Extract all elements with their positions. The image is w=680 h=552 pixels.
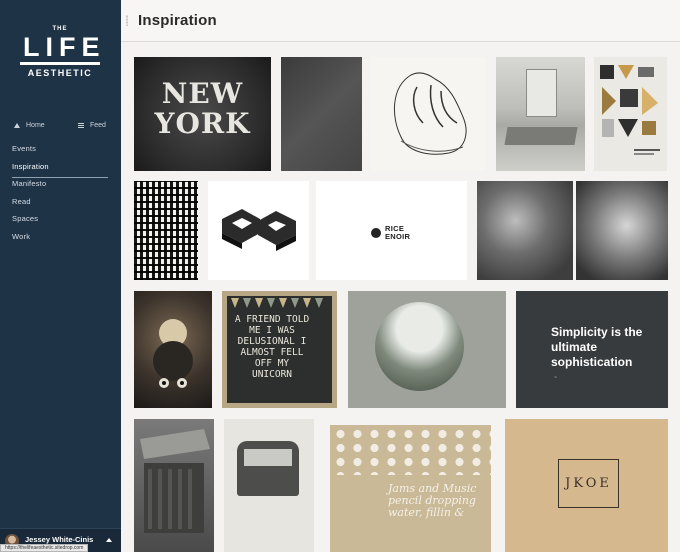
gallery-tile-3d-logo[interactable] [208,181,309,280]
simplicity-quote-text: Simplicity is the ultimate sophisticatio… [551,325,643,369]
gallery-tile-sketch-figure[interactable] [371,57,486,171]
van-window [244,449,292,466]
sidebar-item-work[interactable]: Work [12,231,108,249]
gallery-tile-empty-room[interactable] [496,57,585,171]
gallery-tile-tribal-lettering[interactable] [134,181,198,280]
logo-aesthetic: AESTHETIC [27,68,93,78]
home-label: Home [26,122,45,129]
sidebar-item-events[interactable]: Events [12,143,108,161]
gallery-tile-geometric-poster[interactable] [594,57,667,171]
logo-life: LIFE [23,32,106,62]
owl-illustration [153,319,193,388]
sidebar: THE LIFE AESTHETIC Home Feed Events Insp… [0,0,121,552]
gallery-tile-simplicity-quote[interactable]: Simplicity is the ultimate sophisticatio… [516,291,668,408]
inspiration-grid: NEW YORK RICE ENOIR A FRIEND TOLD ME I W… [121,43,680,552]
chevron-up-icon[interactable] [106,538,112,542]
sidebar-item-inspiration[interactable]: Inspiration [12,161,108,178]
quick-nav: Home Feed [14,122,114,134]
feed-label: Feed [90,122,106,129]
feed-link[interactable]: Feed [78,122,106,129]
gallery-tile-wooden-crate[interactable] [134,419,214,552]
room-doorway [526,69,557,117]
gallery-tile-jams-and-music[interactable]: Jams and Music pencil dropping water, fi… [330,425,491,552]
gallery-tile-forest-circle[interactable] [348,291,506,408]
gallery-tile-flower-head-2[interactable] [576,181,668,280]
crate-photo [140,429,210,533]
tribal-pattern [134,181,198,280]
site-logo[interactable]: THE LIFE AESTHETIC [18,26,102,78]
kraft-label-text: JKOE [565,476,612,491]
kraft-label-box: JKOE [558,459,619,508]
home-icon [14,123,20,128]
new-york-line-2: YORK [154,107,251,140]
status-url: https://thelifeaesthetic.sitedrop.com [0,544,89,552]
jams-music-text: Jams and Music pencil dropping water, fi… [388,482,477,519]
forest-circle-image [375,302,464,391]
gallery-tile-rice-enoir[interactable]: RICE ENOIR [316,181,467,280]
sidebar-item-spaces[interactable]: Spaces [12,213,108,231]
chalkboard-quote-text: A FRIEND TOLD ME I WAS DELUSIONAL I ALMO… [234,314,310,380]
simplicity-signature: ~ [554,375,557,381]
logo-rule [20,62,100,65]
new-york-line-1: NEW [161,77,244,110]
rice-line-2: ENOIR [385,232,411,241]
gallery-tile-owl-portrait[interactable] [134,291,212,408]
gallery-tile-kraft-label[interactable]: JKOE [505,419,668,552]
home-link[interactable]: Home [14,122,45,129]
rice-enoir-logo: RICE ENOIR [371,225,410,241]
feed-icon [78,123,84,128]
sidebar-item-read[interactable]: Read [12,196,108,214]
sidebar-menu: Events Inspiration Manifesto Read Spaces… [12,143,108,248]
page-title: Inspiration [138,12,217,29]
3d-loop-logo [222,209,296,251]
gallery-tile-flower-head-1[interactable] [477,181,573,280]
page-header: Inspiration [121,0,680,42]
gallery-tile-chalkboard-quote[interactable]: A FRIEND TOLD ME I WAS DELUSIONAL I ALMO… [222,291,337,408]
bokeh-dots [330,425,491,475]
rice-enoir-wordmark: RICE ENOIR [385,225,410,241]
new-york-lettering: NEW YORK [134,79,271,139]
bunting-decoration [231,298,323,308]
rice-enoir-icon [371,228,381,238]
grip-icon[interactable] [126,15,128,26]
gallery-tile-dark-texture[interactable] [281,57,362,171]
sketch-figure-illustration [393,72,467,155]
geometric-poster-art [600,65,660,155]
gallery-tile-vw-van[interactable] [224,419,314,552]
room-floor-mat [504,127,578,145]
gallery-tile-new-york[interactable]: NEW YORK [134,57,271,171]
sidebar-item-manifesto[interactable]: Manifesto [12,178,108,196]
user-name: Jessey White-Cinis [25,535,94,544]
